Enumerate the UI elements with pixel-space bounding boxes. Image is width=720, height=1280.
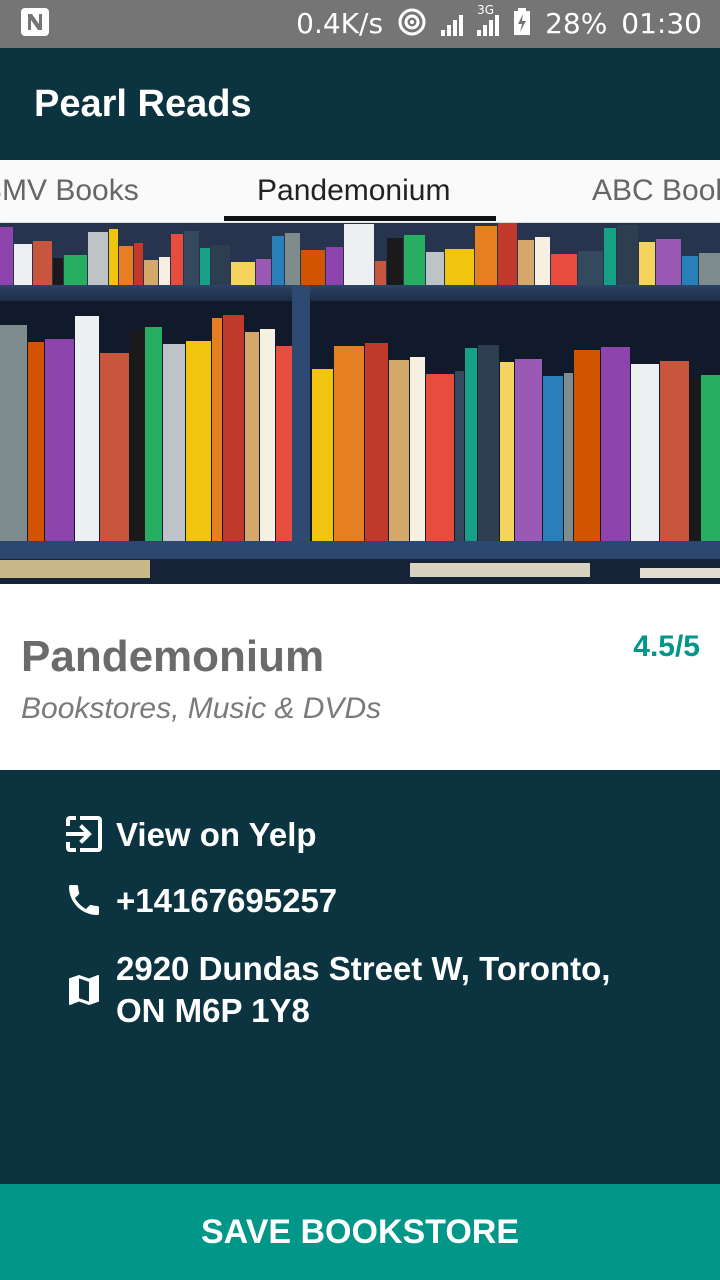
tab-abc-books[interactable]: ABC Books [592, 160, 720, 222]
open-external-icon [64, 814, 104, 854]
store-info-card: Pandemonium Bookstores, Music & DVDs 4.5… [0, 584, 720, 770]
bookstore-photo [0, 223, 720, 584]
view-on-yelp-link[interactable]: View on Yelp [64, 814, 317, 856]
address-row[interactable]: 2920 Dundas Street W, Toronto, ON M6P 1Y… [64, 948, 656, 1032]
tab-pandemonium[interactable]: Pandemonium [257, 160, 450, 222]
address: 2920 Dundas Street W, Toronto, ON M6P 1Y… [116, 950, 611, 1029]
battery-charging-icon [513, 7, 531, 41]
signal-icon [441, 12, 464, 36]
store-categories: Bookstores, Music & DVDs [21, 692, 382, 725]
tab-bar: BMV Books Pandemonium ABC Books [0, 160, 720, 222]
app-title: Pearl Reads [34, 82, 252, 125]
app-bar: Pearl Reads [0, 48, 720, 160]
network-speed: 0.4K/s [296, 7, 384, 40]
phone-icon [64, 880, 104, 920]
store-details: View on Yelp +14167695257 2920 Dundas St… [0, 770, 720, 1184]
yelp-label: View on Yelp [116, 816, 317, 853]
map-icon [64, 970, 104, 1010]
network-type: 3G [477, 3, 494, 17]
tab-indicator [224, 216, 496, 221]
phone-number: +14167695257 [116, 882, 338, 919]
signal-3g-icon: 3G [477, 4, 500, 36]
phone-row[interactable]: +14167695257 [64, 880, 337, 922]
tab-bmv-books[interactable]: BMV Books [0, 160, 139, 222]
status-bar: 0.4K/s 3G 28% 01:30 [0, 0, 720, 48]
store-rating: 4.5/5 [633, 630, 700, 663]
save-bookstore-button[interactable]: SAVE BOOKSTORE [0, 1184, 720, 1280]
clock: 01:30 [621, 7, 702, 40]
hotspot-icon [397, 7, 427, 42]
store-name: Pandemonium [21, 632, 325, 681]
n-notification-icon [20, 7, 50, 41]
battery-level: 28% [545, 7, 608, 40]
